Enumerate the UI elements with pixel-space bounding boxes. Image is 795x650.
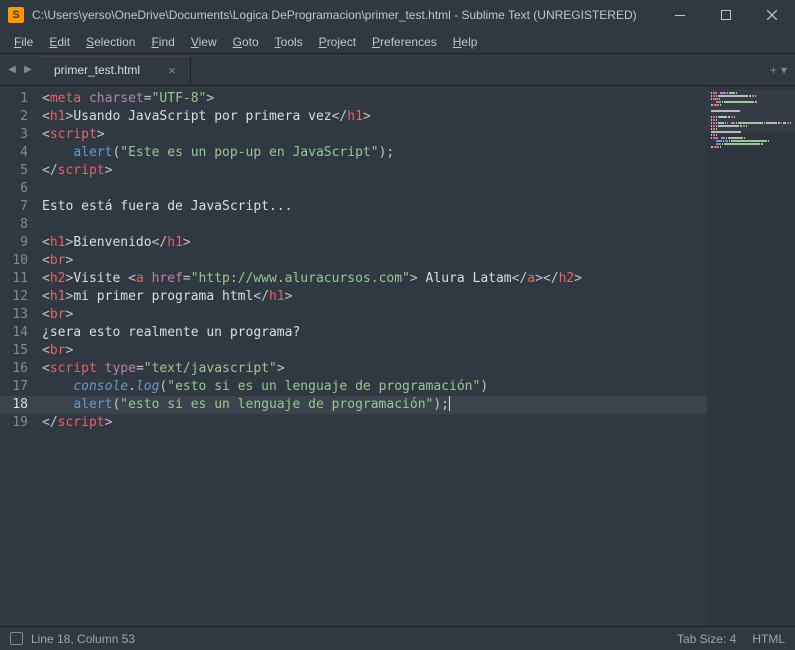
tab-close-icon[interactable]: × (168, 63, 176, 78)
line-number-gutter: 12345678910111213141516171819 (0, 86, 42, 626)
code-content[interactable]: <meta charset="UTF-8"><h1>Usando JavaScr… (42, 86, 707, 626)
close-button[interactable] (749, 0, 795, 30)
app-icon: S (8, 7, 24, 23)
tab-primer-test[interactable]: primer_test.html × (40, 56, 191, 84)
menu-help[interactable]: Help (445, 33, 486, 51)
titlebar[interactable]: S C:\Users\yerso\OneDrive\Documents\Logi… (0, 0, 795, 30)
menu-file[interactable]: File (6, 33, 41, 51)
statusbar: Line 18, Column 53 Tab Size: 4 HTML (0, 626, 795, 650)
menu-tools[interactable]: Tools (267, 33, 311, 51)
minimap-viewport[interactable] (707, 90, 795, 132)
minimize-button[interactable] (657, 0, 703, 30)
menu-preferences[interactable]: Preferences (364, 33, 445, 51)
menu-goto[interactable]: Goto (225, 33, 267, 51)
cursor-position[interactable]: Line 18, Column 53 (31, 632, 135, 646)
menu-project[interactable]: Project (311, 33, 364, 51)
window-controls (657, 0, 795, 30)
maximize-button[interactable] (703, 0, 749, 30)
editor-area[interactable]: 12345678910111213141516171819 <meta char… (0, 86, 795, 626)
syntax-mode[interactable]: HTML (752, 632, 785, 646)
tab-label: primer_test.html (54, 63, 140, 77)
tabbar: ◀ ▶ primer_test.html × + ▾ (0, 54, 795, 86)
panel-switcher-icon[interactable] (10, 632, 23, 645)
window-title: C:\Users\yerso\OneDrive\Documents\Logica… (32, 8, 657, 22)
menubar: FileEditSelectionFindViewGotoToolsProjec… (0, 30, 795, 54)
minimap[interactable] (707, 86, 795, 626)
tab-next-icon[interactable]: ▶ (20, 64, 36, 75)
tab-size[interactable]: Tab Size: 4 (677, 632, 736, 646)
menu-view[interactable]: View (183, 33, 225, 51)
tab-dropdown-icon[interactable]: ▾ (781, 63, 787, 77)
menu-find[interactable]: Find (143, 33, 182, 51)
new-tab-button[interactable]: + (770, 63, 777, 77)
tab-prev-icon[interactable]: ◀ (4, 64, 20, 75)
menu-edit[interactable]: Edit (41, 33, 78, 51)
menu-selection[interactable]: Selection (78, 33, 143, 51)
